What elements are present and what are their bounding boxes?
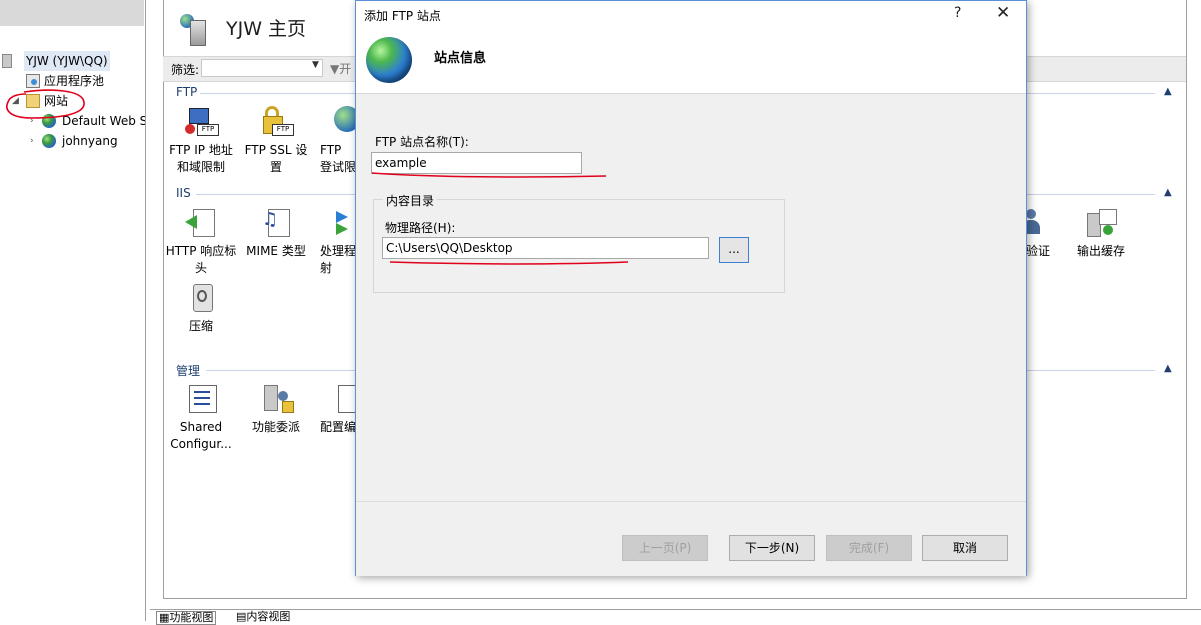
compression-icon: [185, 282, 217, 314]
tree-label-sites: 网站: [44, 94, 69, 108]
tile-mime-types[interactable]: ♫ MIME 类型: [239, 207, 313, 260]
tile-compression[interactable]: 压缩: [164, 282, 238, 335]
handler-mappings-icon: [332, 207, 356, 239]
dialog-titlebar: 添加 FTP 站点 ? ✕: [356, 1, 1026, 27]
server-icon: [180, 14, 210, 46]
server-icon: [2, 54, 12, 68]
tile-label: MIME 类型: [246, 244, 306, 258]
section-title-ftp: FTP: [176, 85, 198, 99]
physical-path-label: 物理路径(H):: [385, 221, 456, 235]
chevron-down-icon[interactable]: ▼: [312, 60, 319, 70]
finish-button[interactable]: 完成(F): [826, 535, 912, 561]
music-note-icon: ♫: [260, 207, 292, 239]
tile-handler-mappings[interactable]: 处理程射: [314, 207, 356, 277]
tree-toolbar: [0, 0, 144, 26]
tree-label-app-pools: 应用程序池: [44, 74, 105, 88]
collapsed-arrow-icon[interactable]: ›: [30, 131, 34, 151]
chevron-up-icon[interactable]: ▲: [1164, 363, 1172, 374]
help-button[interactable]: ?: [954, 5, 961, 21]
feature-delegation-icon: [260, 383, 294, 415]
section-title-manage: 管理: [176, 364, 201, 378]
tile-label: 压缩: [188, 319, 213, 333]
http-headers-icon: [185, 207, 217, 239]
shared-config-icon: [185, 383, 217, 415]
tile-label: FTP 登试限: [320, 143, 356, 174]
content-directory-label: 内容目录: [383, 192, 438, 209]
features-view-icon: ▦: [159, 611, 170, 624]
cancel-button[interactable]: 取消: [922, 535, 1008, 561]
tree-node-johnyang[interactable]: › johnyang: [0, 131, 144, 151]
tile-shared-configuration[interactable]: Shared Configur...: [164, 383, 238, 453]
ftp-ip-restrictions-icon: FTP: [185, 106, 219, 138]
tile-label: 配置编: [320, 420, 356, 434]
app-pool-icon: [26, 74, 40, 88]
tile-label: HTTP 响应标头: [165, 244, 237, 275]
tile-ftp-login-attempts[interactable]: FTP 登试限: [314, 106, 356, 176]
globe-icon: [366, 37, 412, 83]
close-button[interactable]: ✕: [996, 3, 1010, 23]
globe-icon: [42, 134, 56, 148]
next-button[interactable]: 下一步(N): [729, 535, 815, 561]
tile-label: 处理程射: [320, 244, 356, 275]
tab-content-view[interactable]: ▤内容视图: [236, 611, 290, 623]
site-name-label: FTP 站点名称(T):: [375, 135, 469, 149]
tile-label: 功能委派: [251, 420, 300, 434]
tile-label: FTP SSL 设置: [244, 143, 308, 174]
tree-label-johnyang: johnyang: [62, 134, 118, 148]
page-title: YJW 主页: [226, 18, 307, 40]
filter-go-button[interactable]: ▼开: [330, 60, 351, 77]
dialog-header: 站点信息: [356, 27, 1026, 94]
physical-path-input[interactable]: [382, 237, 709, 259]
lock-icon: FTP: [260, 106, 294, 138]
tree-label-default-web-site: Default Web S: [62, 114, 146, 128]
globe-icon: [334, 106, 356, 138]
filter-go-label: 开: [339, 62, 352, 76]
chevron-up-icon[interactable]: ▲: [1164, 86, 1172, 97]
site-name-input[interactable]: [371, 152, 582, 174]
browse-button[interactable]: ...: [719, 237, 749, 263]
content-view-icon: ▤: [236, 610, 247, 623]
view-tab-strip: [150, 609, 1201, 622]
globe-icon: [42, 114, 56, 128]
tree-node-default-web-site[interactable]: › Default Web S: [0, 111, 146, 131]
tree-node-server[interactable]: YJW (YJW\QQ): [0, 51, 144, 71]
tile-ftp-ssl-settings[interactable]: FTP FTP SSL 设置: [239, 106, 313, 176]
tab-label: 功能视图: [169, 611, 214, 624]
tree-label-server: YJW (YJW\QQ): [24, 51, 110, 71]
dialog-title: 添加 FTP 站点: [364, 9, 441, 23]
tile-http-response-headers[interactable]: HTTP 响应标头: [164, 207, 238, 277]
expanded-arrow-icon[interactable]: ◢: [12, 91, 19, 111]
tile-configuration-editor[interactable]: 配置编: [314, 383, 356, 436]
folder-icon: [26, 94, 40, 108]
section-title-iis: IIS: [176, 186, 191, 200]
tile-label: FTP IP 地址和域限制: [169, 143, 233, 174]
tile-feature-delegation[interactable]: 功能委派: [239, 383, 313, 436]
tab-features-view[interactable]: ▦功能视图: [156, 611, 217, 625]
tile-label: 验证: [1026, 244, 1051, 258]
collapsed-arrow-icon[interactable]: ›: [30, 111, 34, 131]
filter-input[interactable]: [201, 59, 323, 77]
tab-label: 内容视图: [246, 610, 291, 623]
tile-label: 输出缓存: [1076, 244, 1125, 258]
add-ftp-site-dialog: 添加 FTP 站点 ? ✕ 站点信息 FTP 站点名称(T): 内容目录 物理路…: [355, 0, 1027, 576]
tree-node-app-pools[interactable]: 应用程序池: [0, 71, 144, 91]
filter-label: 筛选:: [171, 63, 200, 77]
config-editor-icon: [336, 383, 356, 415]
tile-label: Shared Configur...: [170, 420, 232, 451]
dialog-heading: 站点信息: [434, 51, 487, 66]
funnel-icon: ▼: [330, 62, 340, 76]
connections-tree-pane: YJW (YJW\QQ) 应用程序池 ◢ 网站 › Default Web S …: [0, 0, 146, 621]
output-cache-icon: [1085, 207, 1117, 239]
chevron-up-icon[interactable]: ▲: [1164, 187, 1172, 198]
tree-node-sites[interactable]: ◢ 网站: [0, 91, 144, 111]
tile-output-caching[interactable]: 输出缓存: [1064, 207, 1138, 260]
tile-ftp-ip-restrictions[interactable]: FTP FTP IP 地址和域限制: [164, 106, 238, 176]
previous-button[interactable]: 上一页(P): [622, 535, 708, 561]
